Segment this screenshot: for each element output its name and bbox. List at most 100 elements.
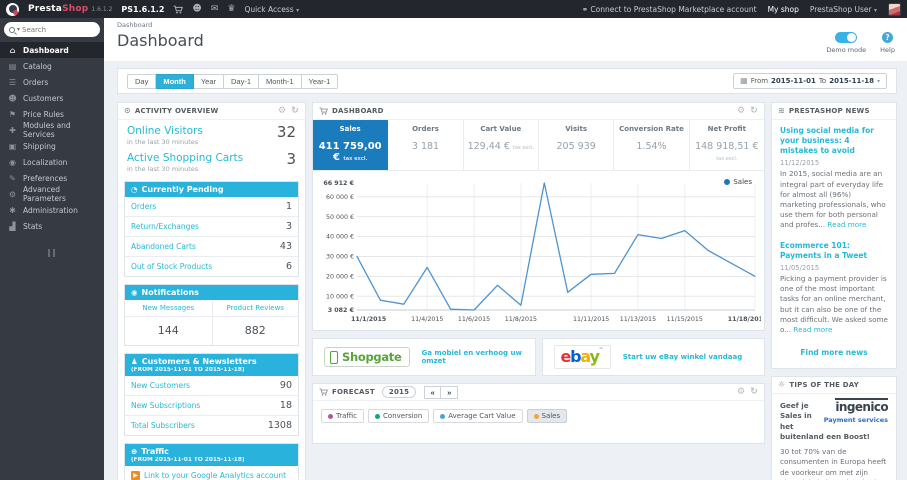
shopgate-banner[interactable]: Shopgate Ga mobiel en verhoog uw omzet	[312, 338, 536, 376]
user-menu[interactable]: PrestaShop User ▾	[810, 5, 877, 14]
date-toolbar: Day Month Year Day-1 Month-1 Year-1 ▦ Fr…	[117, 68, 897, 94]
new-messages-link[interactable]: New Messages	[125, 300, 212, 317]
my-shop-link[interactable]: My shop	[768, 5, 799, 14]
legend-dot-icon	[533, 413, 539, 419]
cart-icon[interactable]	[173, 5, 184, 14]
forecast-legend-conversion[interactable]: Conversion	[368, 409, 430, 423]
total-subscribers-row[interactable]: Total Subscribers 1308	[125, 415, 298, 435]
kpi-cart-value[interactable]: Cart Value 129,44 € tax excl.	[464, 120, 539, 170]
sidebar-item-localization[interactable]: ◉ Localization	[0, 154, 104, 170]
forecast-prev-button[interactable]: «	[424, 385, 442, 399]
trophy-icon[interactable]: ♛	[227, 4, 235, 14]
sidebar-collapse-button[interactable]: ‖‖	[0, 248, 104, 257]
forecast-next-button[interactable]: »	[441, 385, 459, 399]
sidebar-item-orders[interactable]: ☰ Orders	[0, 74, 104, 90]
range-day-1-button[interactable]: Day-1	[224, 73, 260, 89]
new-subscriptions-row[interactable]: New Subscriptions 18	[125, 395, 298, 415]
news-article-link[interactable]: Using social media for your business: 4 …	[780, 126, 888, 156]
google-analytics-link[interactable]: ▶ Link to your Google Analytics account	[125, 466, 298, 480]
kpi-visits[interactable]: Visits 205 939	[539, 120, 615, 170]
kpi-sales[interactable]: Sales 411 759,00 € tax excl.	[313, 120, 389, 170]
pending-orders-row[interactable]: Orders 1	[125, 197, 298, 216]
pending-returns-row[interactable]: Return/Exchanges 3	[125, 216, 298, 236]
cart-icon	[319, 388, 328, 396]
legend-dot-icon	[375, 413, 381, 419]
ebay-banner[interactable]: ebay™ Start uw eBay winkel vandaag	[541, 338, 765, 376]
kpi-row: Sales 411 759,00 € tax excl. Orders 3 18…	[313, 120, 764, 171]
kpi-conversion-rate[interactable]: Conversion Rate 1.54%	[614, 120, 690, 170]
read-more-link[interactable]: Read more	[827, 220, 866, 229]
chart-legend-sales[interactable]: Sales	[724, 178, 752, 186]
product-reviews-link[interactable]: Product Reviews	[211, 300, 298, 317]
kpi-net-profit[interactable]: Net Profit 148 918,51 € tax excl.	[690, 120, 764, 170]
sidebar-item-advanced-parameters[interactable]: ⚙ Advanced Parameters	[0, 185, 104, 203]
range-day-button[interactable]: Day	[127, 73, 157, 89]
legend-dot-icon	[724, 179, 731, 185]
forecast-legend-average-cart-value[interactable]: Average Cart Value	[433, 409, 523, 423]
marketplace-connect-link[interactable]: ⚭ Connect to PrestaShop Marketplace acco…	[582, 5, 757, 14]
activity-icon: ⊙	[124, 106, 131, 115]
new-customers-row[interactable]: New Customers 90	[125, 376, 298, 395]
sidebar-item-administration[interactable]: ✱ Administration	[0, 202, 104, 218]
sidebar-item-preferences[interactable]: ✎ Preferences	[0, 170, 104, 186]
read-more-link[interactable]: Read more	[793, 325, 832, 334]
svg-text:60 000 €: 60 000 €	[326, 194, 354, 201]
chevron-down-icon[interactable]: ▾	[17, 26, 20, 33]
user-icon[interactable]: ☻	[192, 4, 201, 14]
sidebar-item-modules[interactable]: ✚ Modules and Services	[0, 121, 104, 139]
svg-text:11/13/2015: 11/13/2015	[620, 316, 656, 323]
sidebar-item-price-rules[interactable]: ⚑ Price Rules	[0, 106, 104, 122]
svg-text:10 000 €: 10 000 €	[326, 293, 354, 300]
range-year-1-button[interactable]: Year-1	[301, 73, 339, 89]
sales-chart: 66 912 € 60 000 € 50 000 € 40 000 € 30 000 €…	[323, 180, 763, 323]
range-month-button[interactable]: Month	[156, 73, 194, 89]
demo-mode-toggle[interactable]	[835, 32, 858, 43]
news-article-link[interactable]: Ecommerce 101: Payments in a Tweet	[780, 241, 888, 261]
shop-code-label: PS1.6.1.2	[121, 4, 165, 14]
active-carts-link[interactable]: Active Shopping Carts	[127, 152, 296, 164]
breadcrumb[interactable]: Dashboard	[117, 21, 895, 29]
avatar[interactable]	[888, 2, 901, 16]
administration-icon: ✱	[9, 205, 16, 215]
quick-access-menu[interactable]: Quick Access ▾	[244, 5, 299, 14]
member-icon: ♟	[131, 357, 138, 366]
range-month-1-button[interactable]: Month-1	[259, 73, 302, 89]
find-more-news-link[interactable]: Find more news	[772, 339, 896, 368]
refresh-icon[interactable]: ↻	[750, 106, 758, 116]
sidebar-item-customers[interactable]: ☻ Customers	[0, 90, 104, 106]
dashboard-panel: DASHBOARD ⚙ ↻ Sales 411 759,00 € tax exc…	[312, 102, 765, 331]
forecast-legend-traffic[interactable]: Traffic	[321, 409, 365, 423]
ebay-link[interactable]: Start uw eBay winkel vandaag	[623, 353, 742, 361]
gear-icon[interactable]: ⚙	[737, 106, 745, 116]
product-reviews-value: 882	[211, 317, 299, 345]
sidebar-item-stats[interactable]: ▟ Stats	[0, 218, 104, 234]
abandoned-carts-row[interactable]: Abandoned Carts 43	[125, 236, 298, 256]
refresh-icon[interactable]: ↻	[750, 387, 758, 397]
svg-text:11/6/2015: 11/6/2015	[458, 316, 490, 323]
cart-icon	[319, 107, 328, 115]
gear-icon[interactable]: ⚙	[278, 106, 286, 116]
price-rules-icon: ⚑	[8, 109, 17, 119]
sidebar-item-shipping[interactable]: ▣ Shipping	[0, 138, 104, 154]
envelope-icon[interactable]: ✉	[211, 4, 219, 14]
shopgate-link[interactable]: Ga mobiel en verhoog uw omzet	[422, 349, 524, 365]
sidebar-item-dashboard[interactable]: ⌂ Dashboard	[0, 42, 104, 58]
forecast-legend-sales[interactable]: Sales	[526, 409, 568, 423]
out-of-stock-row[interactable]: Out of Stock Products 6	[125, 256, 298, 276]
online-visitors-link[interactable]: Online Visitors	[127, 125, 296, 137]
help-icon[interactable]: ?	[882, 32, 894, 43]
shopgate-logo: Shopgate	[324, 347, 410, 367]
date-range-picker[interactable]: ▦ From 2015-11-01 To 2015-11-18 ▾	[733, 73, 887, 89]
activity-overview-panel: ⊙ ACTIVITY OVERVIEW ⚙ ↻ 32 Online Visito…	[117, 102, 306, 480]
refresh-icon[interactable]: ↻	[291, 106, 299, 116]
range-year-button[interactable]: Year	[193, 73, 224, 89]
sidebar-item-catalog[interactable]: ▤ Catalog	[0, 58, 104, 74]
notifications-section: ◉ Notifications New Messages Product Revi…	[124, 284, 299, 346]
gear-icon[interactable]: ⚙	[737, 387, 745, 397]
kpi-orders[interactable]: Orders 3 181	[388, 120, 464, 170]
news-article: Using social media for your business: 4 …	[772, 120, 896, 235]
prestashop-logo[interactable]	[6, 2, 19, 16]
range-button-group: Day Month Year Day-1 Month-1 Year-1	[127, 73, 339, 89]
search-input[interactable]	[22, 25, 79, 34]
sidebar-search[interactable]: ▾	[4, 22, 100, 37]
